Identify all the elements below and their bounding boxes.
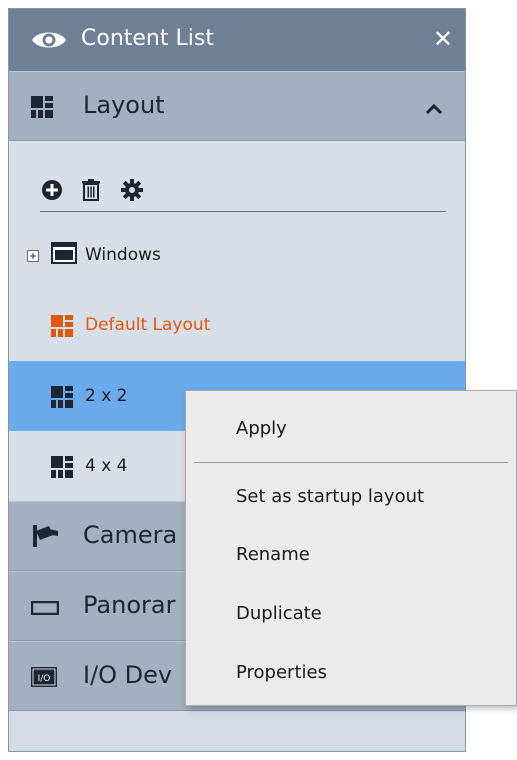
section-header-layout[interactable]: Layout — [9, 71, 465, 141]
expand-icon[interactable] — [27, 247, 39, 266]
close-icon[interactable]: ✕ — [433, 25, 453, 53]
section-label-panorama: Panorar — [83, 591, 176, 619]
layout-grid-icon — [51, 386, 73, 412]
tree-item-label: Windows — [85, 245, 161, 265]
io-device-icon: I/O — [31, 667, 57, 691]
trash-icon[interactable] — [81, 179, 101, 205]
menu-item-properties[interactable]: Properties — [236, 662, 327, 683]
tree-item-label: 4 x 4 — [85, 456, 128, 476]
layout-grid-icon — [31, 96, 53, 122]
tree-item-label: Default Layout — [85, 315, 211, 335]
section-label-io-devices: I/O Dev — [83, 661, 173, 689]
gear-icon[interactable] — [121, 179, 143, 205]
menu-item-set-startup-layout[interactable]: Set as startup layout — [236, 486, 424, 507]
svg-text:I/O: I/O — [38, 674, 51, 684]
window-icon — [51, 242, 77, 268]
menu-item-rename[interactable]: Rename — [236, 544, 310, 565]
tree-item-windows[interactable]: Windows — [9, 221, 465, 291]
section-label-cameras: Camera — [83, 521, 178, 549]
panel-title: Content List — [81, 26, 214, 51]
toolbar-divider — [40, 211, 446, 212]
camera-icon — [31, 523, 59, 553]
tree-item-default-layout[interactable]: Default Layout — [9, 291, 465, 361]
context-menu: Apply Set as startup layout Rename Dupli… — [185, 390, 517, 706]
section-label-layout: Layout — [83, 91, 165, 119]
menu-separator — [194, 462, 508, 463]
add-icon[interactable] — [41, 179, 63, 205]
panel-titlebar: Content List ✕ — [9, 9, 465, 71]
layout-grid-icon — [51, 315, 73, 341]
layout-grid-icon — [51, 456, 73, 482]
panorama-icon — [30, 600, 60, 619]
tree-item-label: 2 x 2 — [85, 386, 128, 406]
chevron-up-icon[interactable] — [425, 100, 443, 119]
eye-icon — [31, 29, 67, 55]
menu-item-apply[interactable]: Apply — [236, 418, 287, 439]
menu-item-duplicate[interactable]: Duplicate — [236, 603, 322, 624]
